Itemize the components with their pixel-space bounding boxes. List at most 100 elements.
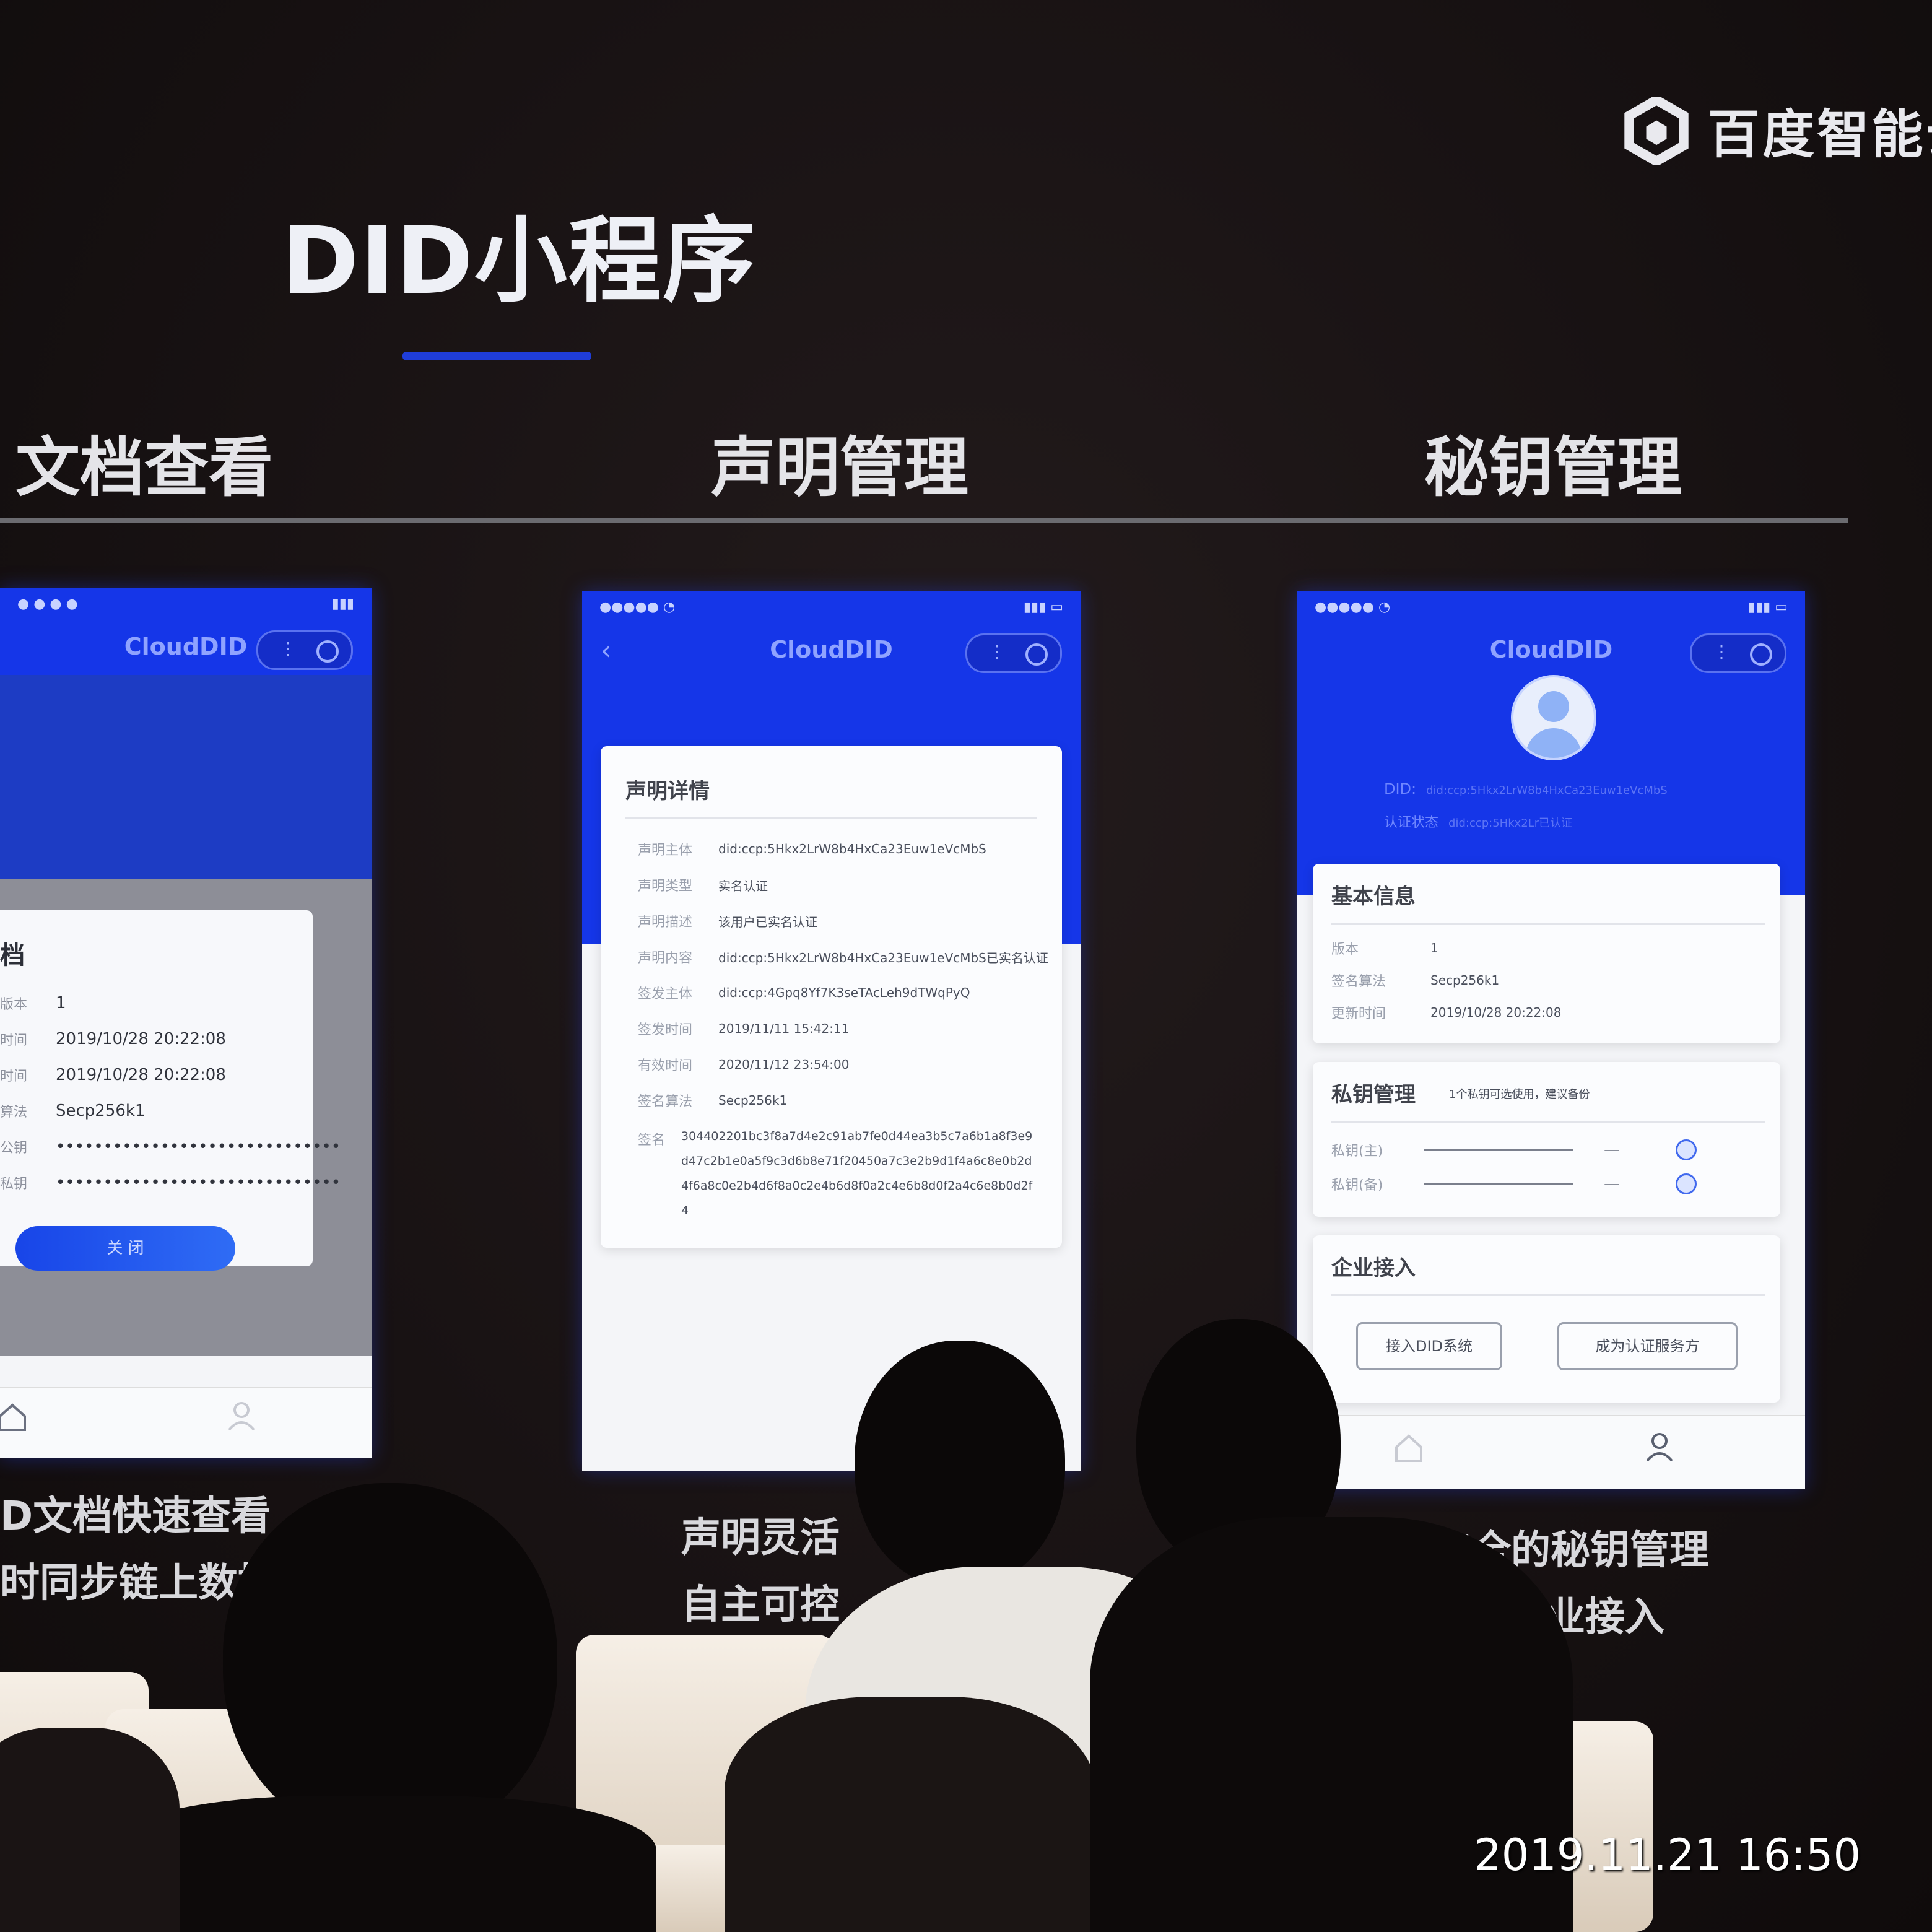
audience-body: [0, 1728, 180, 1932]
signature-value: 304402201bc3f8a7d4e2c91ab7fe0d44ea3b5c7a…: [681, 1129, 1033, 1217]
key-hint: 1个私钥可选使用，建议备份: [1449, 1088, 1590, 1101]
info-row: 更新时间 2019/10/28 20:22:08: [1331, 1003, 1561, 1022]
dialog-title: 档: [0, 941, 25, 970]
dialog-row: 算法 Secp256k1: [0, 1099, 146, 1123]
row-value: 1: [56, 994, 66, 1012]
row-value: 2019/10/28 20:22:08: [56, 1030, 226, 1048]
claim-row: 签发主体 did:ccp:4Gpq8Yf7K3seTAcLeh9dTWqPyQ: [638, 983, 970, 1003]
claim-row: 声明类型 实名认证: [638, 875, 768, 895]
key-row: 私钥(备) —: [1331, 1173, 1697, 1194]
claim-row: 有效时间 2020/11/12 23:54:00: [638, 1055, 849, 1074]
mini-program-capsule[interactable]: ⋮: [965, 633, 1062, 673]
row-value: 2019/10/28 20:22:08: [1430, 1005, 1562, 1020]
divider: [625, 817, 1037, 819]
row-label: 公钥: [0, 1141, 28, 1156]
row-label: 声明描述: [638, 915, 693, 930]
status-value: did:ccp:5Hkx2Lr已认证: [1448, 817, 1573, 830]
row-label: 算法: [0, 1105, 28, 1120]
row-label: 更新时间: [1331, 1006, 1386, 1022]
audience-head: [223, 1483, 557, 1842]
row-label: 声明类型: [638, 879, 693, 894]
become-verifier-button[interactable]: 成为认证服务方: [1557, 1322, 1738, 1370]
section-divider: [0, 518, 1848, 523]
key-label: 私钥(备): [1331, 1178, 1383, 1193]
card-title: 企业接入: [1331, 1256, 1416, 1281]
signature-label: 签名: [638, 1133, 666, 1148]
did-label: DID:: [1384, 780, 1417, 798]
dialog-row: 私钥 ••••••••••••••••••••••••••••••: [0, 1170, 341, 1195]
row-label: 有效时间: [638, 1058, 693, 1074]
claim-row: 声明描述 该用户已实名认证: [638, 911, 817, 931]
card-title: 基本信息: [1331, 884, 1416, 909]
mini-program-capsule[interactable]: ⋮: [256, 630, 353, 670]
section-title-document-view: 文档查看: [15, 430, 274, 505]
row-value: ••••••••••••••••••••••••••••••: [56, 1138, 341, 1156]
document-dialog: 档 版本 1 时间 2019/10/28 20:22:08 时间 2019/10/28…: [0, 910, 341, 1271]
close-button[interactable]: 关 闭: [15, 1226, 235, 1271]
info-row: 版本 1: [1331, 938, 1438, 958]
did-value: did:ccp:5Hkx2LrW8b4HxCa23Euw1eVcMbS: [1426, 784, 1668, 797]
more-icon[interactable]: ⋮: [1713, 642, 1730, 662]
home-icon[interactable]: [1390, 1429, 1427, 1466]
key-label: 私钥(主): [1331, 1144, 1383, 1159]
enterprise-access-card: 企业接入 接入DID系统 成为认证服务方: [1313, 1235, 1780, 1403]
row-label: 签发时间: [638, 1022, 693, 1038]
row-value: did:ccp:4Gpq8Yf7K3seTAcLeh9dTWqPyQ: [718, 985, 970, 1000]
home-icon[interactable]: [0, 1398, 31, 1435]
status-bar: ●●●●● ◔ ▮▮▮ ▭: [599, 599, 1063, 615]
row-value: 2019/10/28 20:22:08: [56, 1066, 226, 1084]
key-dash: —: [1604, 1141, 1620, 1159]
close-circle-icon[interactable]: [316, 640, 339, 663]
join-did-system-button[interactable]: 接入DID系统: [1356, 1322, 1502, 1370]
status-label: 认证状态: [1384, 815, 1439, 830]
row-label: 声明内容: [638, 951, 693, 966]
user-icon[interactable]: [1641, 1429, 1678, 1466]
slide-title: DID小程序: [282, 207, 757, 315]
status-bar: ● ● ● ● ▮▮▮: [17, 596, 354, 612]
row-value: 2019/11/11 15:42:11: [718, 1021, 850, 1036]
more-icon[interactable]: ⋮: [279, 638, 297, 659]
row-label: 声明主体: [638, 843, 693, 858]
dialog-row: 公钥 ••••••••••••••••••••••••••••••: [0, 1134, 341, 1159]
baidu-cloud-hexagon-icon: [1624, 96, 1689, 165]
photo-timestamp: 2019.11.21 16:50: [1474, 1830, 1861, 1881]
masked-key: [1424, 1149, 1573, 1151]
presentation-photo: 百度智能云 DID小程序 文档查看 声明管理 秘钥管理 ● ● ● ●▮▮▮ C…: [0, 0, 1932, 1932]
row-value: 该用户已实名认证: [718, 914, 817, 929]
section-title-key-management: 秘钥管理: [1424, 430, 1682, 505]
eye-icon[interactable]: [1676, 1139, 1697, 1160]
tab-bar: [0, 1387, 372, 1458]
user-icon[interactable]: [223, 1398, 260, 1435]
section-title-claim-management: 声明管理: [711, 430, 969, 505]
row-label: 私钥: [0, 1177, 28, 1192]
did-line: DID: did:ccp:5Hkx2LrW8b4HxCa23Euw1eVcMbS: [1384, 780, 1668, 798]
row-value: Secp256k1: [718, 1093, 788, 1108]
divider: [1331, 923, 1765, 925]
close-circle-icon[interactable]: [1750, 643, 1772, 666]
claim-row: 签名算法 Secp256k1: [638, 1090, 787, 1110]
more-icon[interactable]: ⋮: [988, 642, 1006, 662]
audience-head: [855, 1341, 1065, 1588]
row-value: did:ccp:5Hkx2LrW8b4HxCa23Euw1eVcMbS: [718, 842, 986, 856]
mini-program-capsule[interactable]: ⋮: [1690, 633, 1786, 673]
phone-screen-key-management: ●●●●● ◔ ▮▮▮ ▭ CloudDID ⋮ DID: did:ccp:5Hkx…: [1297, 591, 1805, 1489]
did-status-line: 认证状态 did:ccp:5Hkx2Lr已认证: [1384, 811, 1572, 831]
baidu-logo: 百度智能云: [1622, 93, 1932, 168]
card-title: 私钥管理: [1331, 1082, 1416, 1107]
dialog-row: 时间 2019/10/28 20:22:08: [0, 1063, 226, 1087]
caption-line: D文档快速查看: [0, 1494, 271, 1539]
key-management-card: 私钥管理 1个私钥可选使用，建议备份 私钥(主) — 私钥(备) —: [1313, 1062, 1780, 1217]
logo-text: 百度智能云: [1708, 104, 1932, 165]
row-label: 签名算法: [638, 1094, 693, 1110]
card-title: 声明详情: [625, 779, 710, 804]
caption-line: 自主可控: [681, 1582, 840, 1628]
phone-screen-claim-management: ●●●●● ◔ ▮▮▮ ▭ ‹ CloudDID ⋮ 声明详情 声明主体 did:c…: [582, 591, 1081, 1471]
app-bar: CloudDID ⋮: [0, 619, 372, 675]
basic-info-card: 基本信息 版本 1 签名算法 Secp256k1 更新时间 2019/10/28 20…: [1313, 864, 1780, 1043]
audience-body: [99, 1796, 656, 1932]
divider: [1331, 1121, 1765, 1123]
close-circle-icon[interactable]: [1025, 643, 1048, 666]
eye-icon[interactable]: [1676, 1173, 1697, 1194]
claim-row: 声明主体 did:ccp:5Hkx2LrW8b4HxCa23Euw1eVcMbS: [638, 839, 986, 859]
dialog-row: 版本 1: [0, 991, 66, 1016]
